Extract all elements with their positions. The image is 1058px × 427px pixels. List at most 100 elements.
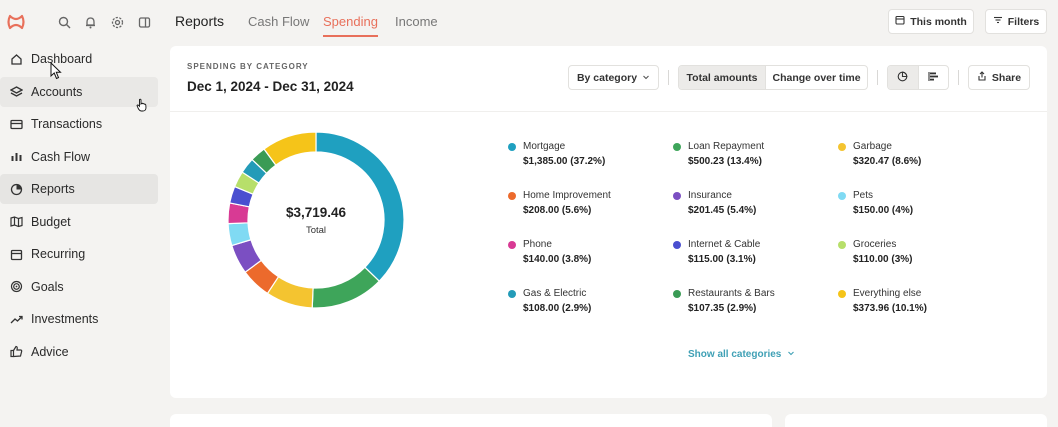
filters-button[interactable]: Filters bbox=[985, 9, 1047, 34]
legend-value: $110.00 (3%) bbox=[853, 254, 913, 265]
gear-icon[interactable] bbox=[106, 10, 128, 34]
legend-label: Pets bbox=[853, 190, 874, 201]
bar-chart-icon bbox=[9, 150, 23, 164]
legend-name: Insurance bbox=[673, 189, 833, 202]
sidebar-item-dashboard[interactable]: Dashboard bbox=[0, 44, 158, 74]
legend-name: Home Improvement bbox=[508, 189, 668, 202]
thumbs-up-icon bbox=[9, 345, 23, 359]
page-title: Reports bbox=[175, 13, 225, 29]
chevron-down-icon bbox=[642, 72, 650, 84]
logo-icon[interactable] bbox=[6, 12, 26, 32]
legend-swatch bbox=[508, 191, 516, 200]
legend-value: $320.47 (8.6%) bbox=[853, 156, 922, 167]
legend-name: Pets bbox=[838, 189, 998, 202]
donut-slice-everything-else[interactable] bbox=[263, 132, 317, 166]
change-over-time-option[interactable]: Change over time bbox=[765, 66, 867, 89]
sidebar-item-transactions[interactable]: Transactions bbox=[0, 109, 158, 139]
calendar-icon bbox=[895, 15, 905, 28]
sidebar-item-cash-flow[interactable]: Cash Flow bbox=[0, 142, 158, 172]
sidebar-item-label: Goals bbox=[31, 279, 64, 294]
legend-swatch bbox=[673, 142, 681, 151]
mouse-cursor-icon bbox=[50, 61, 62, 85]
legend-item[interactable]: Everything else $373.96 (10.1%) bbox=[838, 287, 998, 314]
legend-name: Internet & Cable bbox=[673, 238, 833, 251]
legend-swatch bbox=[838, 289, 846, 298]
card-subtitle: SPENDING BY CATEGORY bbox=[187, 62, 309, 71]
sidebar-item-investments[interactable]: Investments bbox=[0, 304, 158, 334]
donut-total-label: Total bbox=[305, 225, 327, 236]
donut-slice-loan-repayment[interactable] bbox=[311, 266, 381, 308]
legend-name: Loan Repayment bbox=[673, 140, 833, 153]
legend-value: $373.96 (10.1%) bbox=[853, 303, 927, 314]
show-all-categories-link[interactable]: Show all categories bbox=[688, 349, 795, 360]
lower-card-left bbox=[170, 414, 772, 427]
filters-label: Filters bbox=[1007, 15, 1040, 28]
sidebar-toggle-icon[interactable] bbox=[133, 10, 155, 34]
date-range-button[interactable]: This month bbox=[888, 9, 974, 34]
sidebar: Dashboard Accounts Transactions Cash Flo… bbox=[0, 0, 160, 427]
share-label: Share bbox=[991, 71, 1022, 84]
search-icon[interactable] bbox=[53, 10, 75, 34]
legend-label: Gas & Electric bbox=[523, 288, 587, 299]
tab-spending[interactable]: Spending bbox=[323, 14, 378, 37]
legend-label: Mortgage bbox=[523, 141, 566, 152]
legend-name: Groceries bbox=[838, 238, 998, 251]
legend-item[interactable]: Home Improvement $208.00 (5.6%) bbox=[508, 189, 668, 216]
sidebar-item-label: Recurring bbox=[31, 247, 86, 261]
total-amounts-option[interactable]: Total amounts bbox=[679, 66, 766, 89]
group-by-label: By category bbox=[576, 71, 638, 84]
view-mode-toggle: Total amounts Change over time bbox=[678, 65, 868, 90]
trend-icon bbox=[9, 312, 23, 326]
legend-value: $208.00 (5.6%) bbox=[523, 205, 592, 216]
legend-item[interactable]: Gas & Electric $108.00 (2.9%) bbox=[508, 287, 668, 314]
hand-cursor-icon bbox=[136, 98, 148, 117]
credit-card-icon bbox=[9, 117, 23, 131]
legend-name: Phone bbox=[508, 238, 668, 251]
sidebar-item-label: Transactions bbox=[31, 117, 103, 131]
legend-swatch bbox=[838, 142, 846, 151]
chevron-down-icon bbox=[787, 349, 795, 360]
legend-item[interactable]: Mortgage $1,385.00 (37.2%) bbox=[508, 140, 668, 167]
bar-chart-view-button[interactable] bbox=[917, 66, 948, 89]
legend-name: Mortgage bbox=[508, 140, 668, 153]
bell-icon[interactable] bbox=[79, 10, 101, 34]
sidebar-nav: Dashboard Accounts Transactions Cash Flo… bbox=[0, 44, 158, 369]
legend-item[interactable]: Phone $140.00 (3.8%) bbox=[508, 238, 668, 265]
sidebar-item-accounts[interactable]: Accounts bbox=[0, 76, 158, 107]
legend-item[interactable]: Internet & Cable $115.00 (3.1%) bbox=[673, 238, 833, 265]
legend-value: $150.00 (4%) bbox=[853, 205, 914, 216]
sidebar-item-recurring[interactable]: Recurring bbox=[0, 239, 158, 269]
sidebar-item-reports[interactable]: Reports bbox=[0, 174, 158, 204]
sidebar-item-budget[interactable]: Budget bbox=[0, 207, 158, 237]
legend-item[interactable]: Pets $150.00 (4%) bbox=[838, 189, 998, 216]
pie-chart-icon bbox=[9, 182, 23, 196]
legend-item[interactable]: Restaurants & Bars $107.35 (2.9%) bbox=[673, 287, 833, 314]
share-icon bbox=[977, 71, 987, 84]
share-button[interactable]: Share bbox=[968, 65, 1030, 90]
pie-chart-view-button[interactable] bbox=[888, 66, 918, 89]
group-by-select[interactable]: By category bbox=[568, 65, 659, 90]
legend-label: Groceries bbox=[853, 239, 897, 250]
tab-cash-flow[interactable]: Cash Flow bbox=[248, 14, 309, 29]
legend-item[interactable]: Groceries $110.00 (3%) bbox=[838, 238, 998, 265]
legend-swatch bbox=[673, 191, 681, 200]
divider bbox=[668, 70, 669, 85]
map-icon bbox=[9, 215, 23, 229]
spending-donut-chart bbox=[228, 132, 404, 308]
legend-label: Home Improvement bbox=[523, 190, 611, 201]
legend-item[interactable]: Garbage $320.47 (8.6%) bbox=[838, 140, 998, 167]
sidebar-item-label: Reports bbox=[31, 182, 75, 196]
legend-item[interactable]: Loan Repayment $500.23 (13.4%) bbox=[673, 140, 833, 167]
legend-item[interactable]: Insurance $201.45 (5.4%) bbox=[673, 189, 833, 216]
sidebar-item-goals[interactable]: Goals bbox=[0, 272, 158, 302]
sidebar-item-advice[interactable]: Advice bbox=[0, 337, 158, 367]
legend-name: Garbage bbox=[838, 140, 998, 153]
legend-label: Everything else bbox=[853, 288, 922, 299]
legend-value: $108.00 (2.9%) bbox=[523, 303, 592, 314]
legend-value: $201.45 (5.4%) bbox=[688, 205, 757, 216]
legend-label: Insurance bbox=[688, 190, 732, 201]
legend-label: Restaurants & Bars bbox=[688, 288, 775, 299]
chart-type-toggle bbox=[887, 65, 949, 90]
tab-income[interactable]: Income bbox=[395, 14, 438, 29]
legend-name: Everything else bbox=[838, 287, 998, 300]
